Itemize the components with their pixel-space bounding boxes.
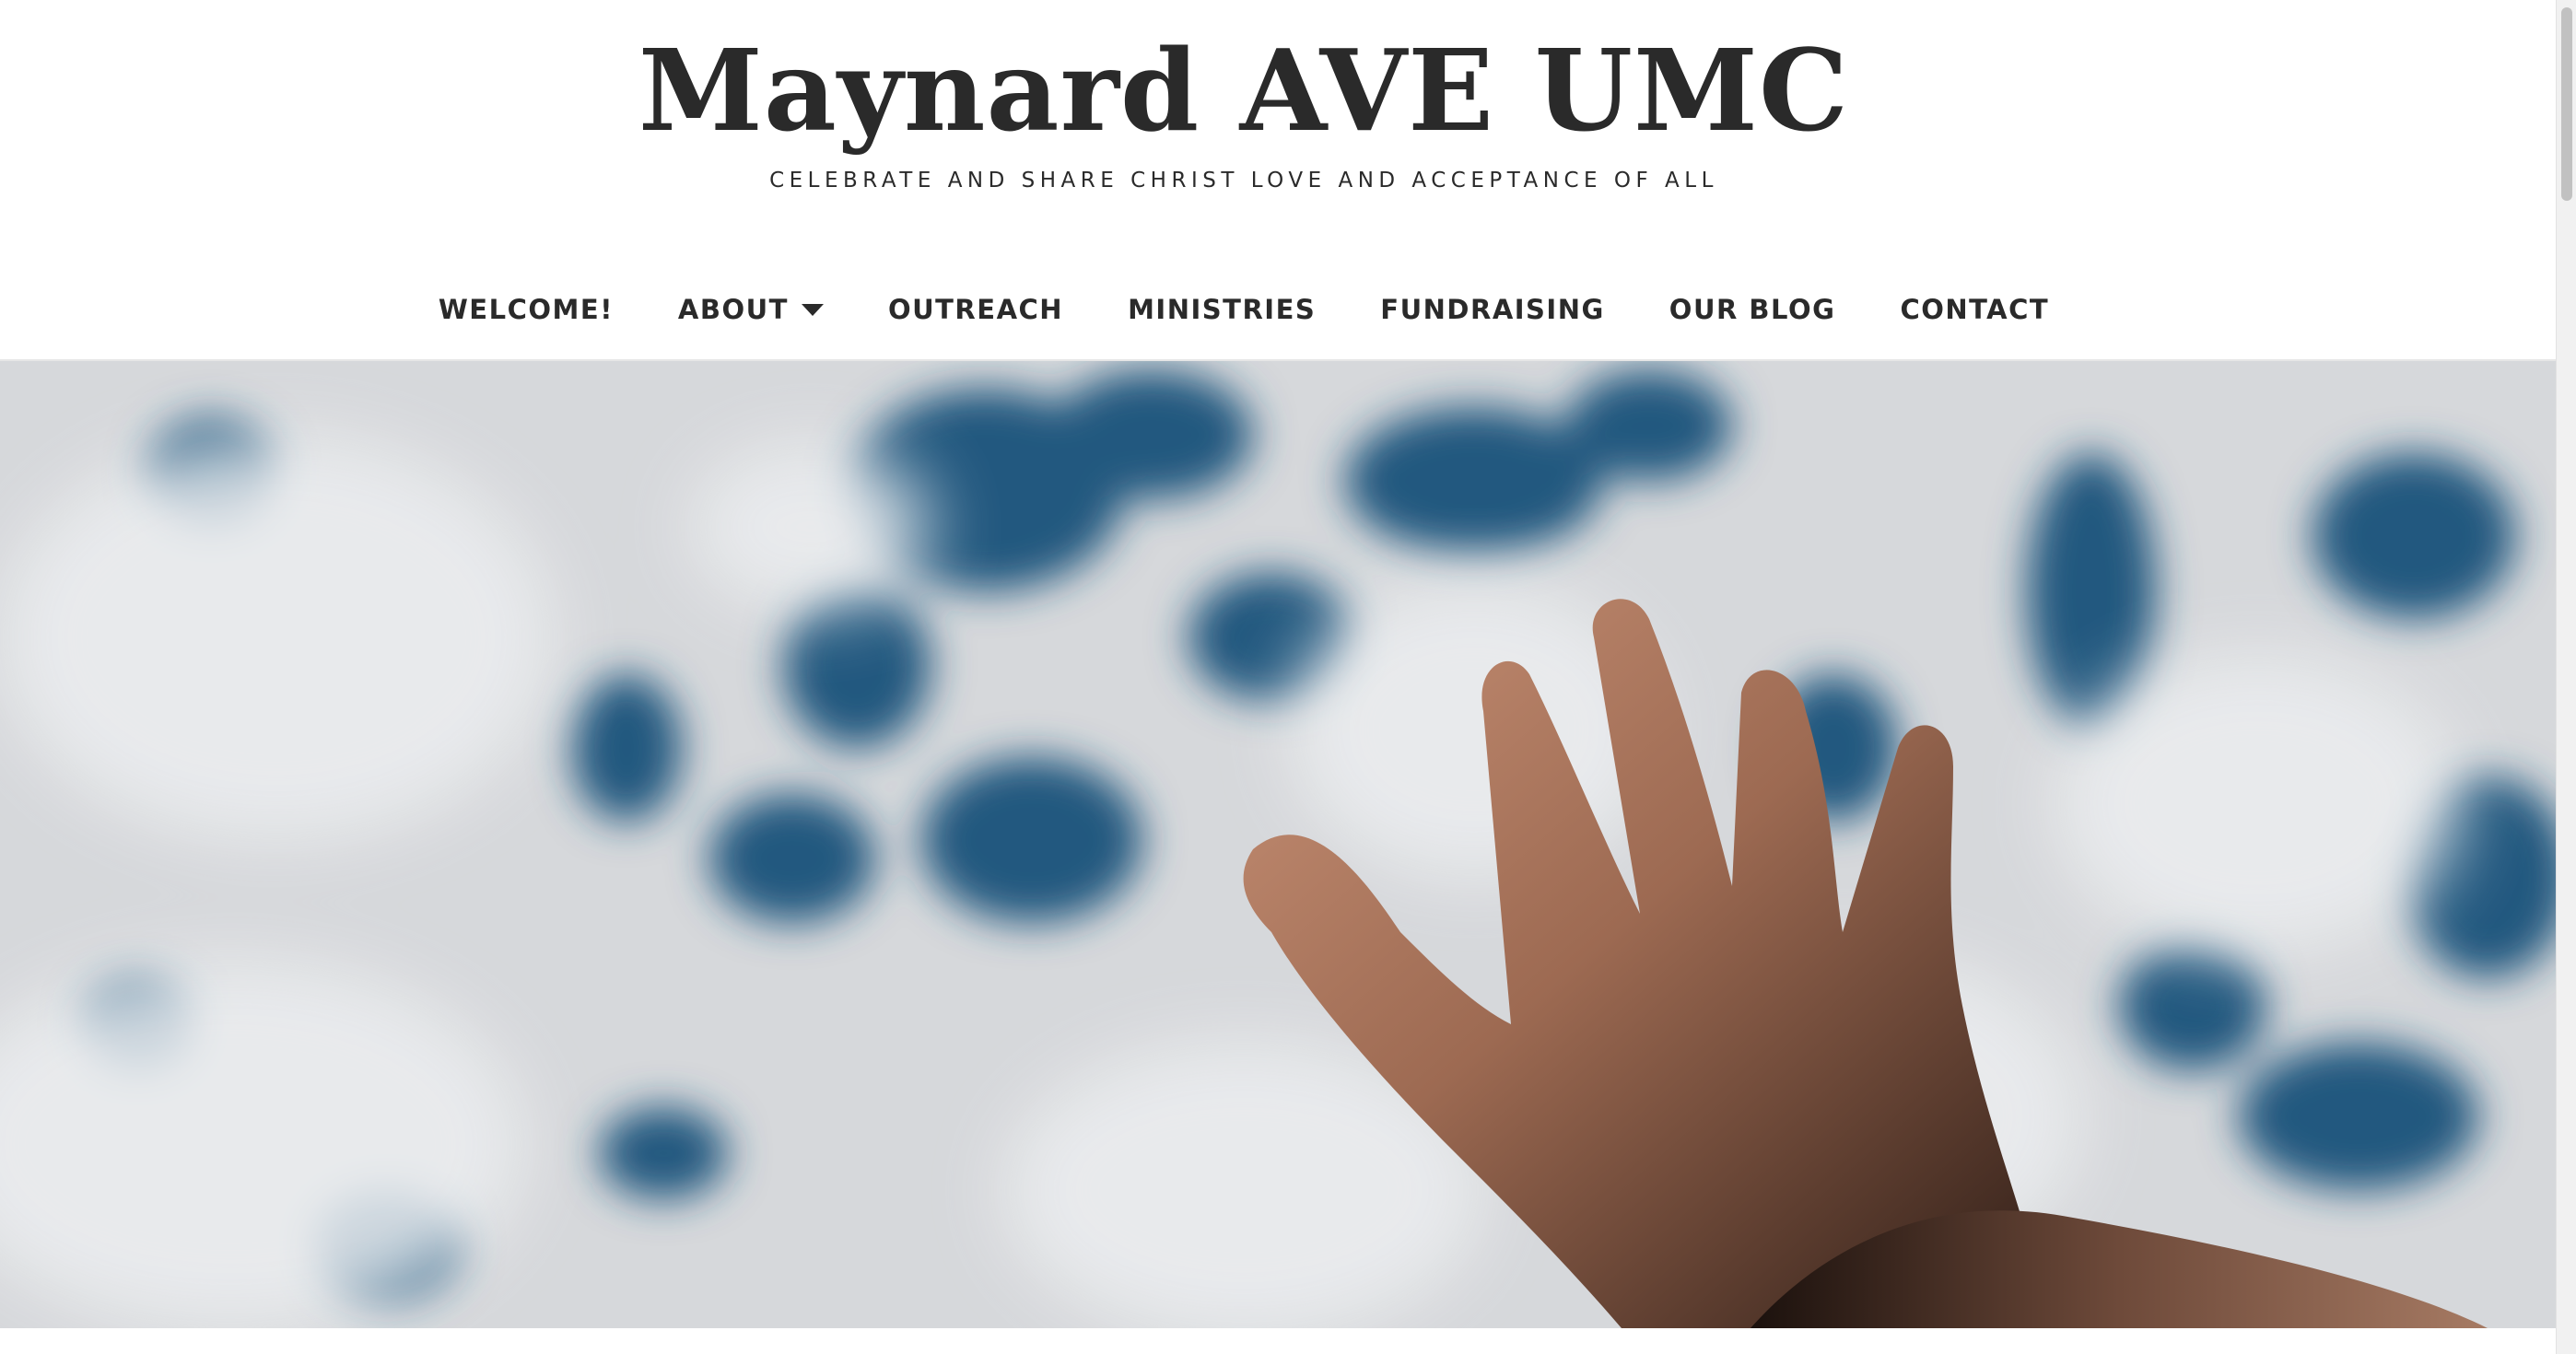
scrollbar[interactable] xyxy=(2556,0,2576,1354)
nav-item-fundraising[interactable]: FUNDRAISING xyxy=(1380,294,1605,325)
site-tagline: CELEBRATE AND SHARE CHRIST LOVE AND ACCE… xyxy=(769,169,1718,193)
nav-item-label: CONTACT xyxy=(1900,294,2050,325)
page: Maynard AVE UMC CELEBRATE AND SHARE CHRI… xyxy=(0,0,2556,1354)
hero-image xyxy=(0,361,2556,1328)
caret-down-icon[interactable] xyxy=(801,303,824,316)
nav-item-welcome[interactable]: WELCOME! xyxy=(439,294,614,325)
nav-item-outreach[interactable]: OUTREACH xyxy=(888,294,1063,325)
nav-item-about[interactable]: ABOUT xyxy=(678,294,824,325)
site-header: Maynard AVE UMC CELEBRATE AND SHARE CHRI… xyxy=(0,0,2556,361)
nav-item-label: FUNDRAISING xyxy=(1380,294,1605,325)
hand-sky-illustration xyxy=(0,361,2556,1328)
nav-item-contact[interactable]: CONTACT xyxy=(1900,294,2049,325)
nav-item-ministries[interactable]: MINISTRIES xyxy=(1128,294,1316,325)
nav-item-label: WELCOME! xyxy=(438,294,614,325)
nav-item-label: ABOUT xyxy=(677,294,789,325)
main-nav: WELCOME! ABOUT OUTREACH MINISTRIES FUNDR… xyxy=(0,282,2488,337)
nav-item-label: OUR BLOG xyxy=(1669,294,1836,325)
scrollbar-thumb[interactable] xyxy=(2561,7,2572,201)
nav-item-label: OUTREACH xyxy=(887,294,1064,325)
nav-item-label: MINISTRIES xyxy=(1128,294,1317,325)
site-title[interactable]: Maynard AVE UMC xyxy=(0,17,2488,164)
nav-item-our-blog[interactable]: OUR BLOG xyxy=(1669,294,1836,325)
